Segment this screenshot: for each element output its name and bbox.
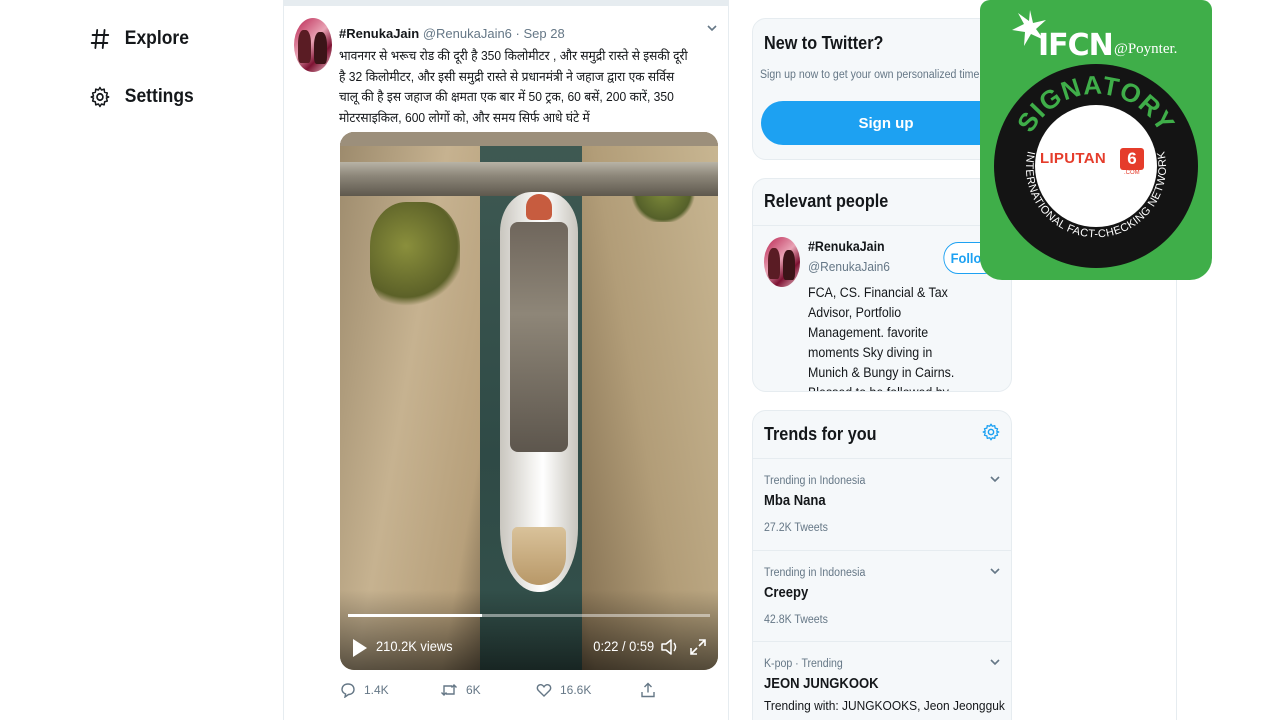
trend-item[interactable]: K-pop · Trending JEON JUNGKOOK Trending … <box>753 642 1011 720</box>
nav-settings-label: Settings <box>124 86 194 107</box>
tweet-date[interactable]: Sep 28 <box>524 26 565 41</box>
tweet-author-name[interactable]: #RenukaJain <box>339 26 419 41</box>
tweet-author-handle[interactable]: @RenukaJain6 <box>423 26 512 41</box>
person-bio: FCA, CS. Financial & Tax Advisor, Portfo… <box>808 285 955 391</box>
video-frame-road <box>340 132 718 146</box>
tweet[interactable]: #RenukaJain @RenukaJain6 · Sep 28 भावनगर… <box>283 6 729 720</box>
trends-card: Trends for you Trending in Indonesia Mba… <box>752 410 1012 720</box>
person-handle[interactable]: @RenukaJain6 <box>808 259 890 274</box>
trend-count: 42.8K Tweets <box>764 614 828 626</box>
video-frame-ship-deck <box>510 222 568 452</box>
signup-subtitle: Sign up now to get your own personalized… <box>760 69 999 81</box>
chevron-down-icon[interactable] <box>989 656 1001 668</box>
trend-count: Trending with: JUNGKOOKS, Jeon Jeongguk <box>764 698 1005 713</box>
trend-count: 27.2K Tweets <box>764 522 828 534</box>
tweet-actions: 1.4K 6K 16.6K <box>340 682 660 704</box>
trend-item[interactable]: Trending in Indonesia Creepy 42.8K Tweet… <box>753 551 1011 643</box>
reply-count: 1.4K <box>364 683 389 697</box>
signup-button[interactable]: Sign up <box>761 101 1011 145</box>
retweet-icon <box>441 684 457 696</box>
liputan6-logo: LIPUTAN 6 .COM <box>1040 148 1152 178</box>
page: Explore Settings #RenukaJain @RenukaJain… <box>0 0 1280 720</box>
trend-name: JEON JUNGKOOK <box>764 676 879 692</box>
liputan6-logo-com: .COM <box>1124 170 1140 176</box>
video-frame-bridge <box>340 162 718 196</box>
chevron-down-icon[interactable] <box>989 565 1001 577</box>
timeline-column: #RenukaJain @RenukaJain6 · Sep 28 भावनगर… <box>283 0 729 720</box>
video-views: 210.2K views <box>376 638 453 654</box>
person-name[interactable]: #RenukaJain <box>808 239 885 254</box>
like-button[interactable]: 16.6K <box>536 682 591 698</box>
trend-context: K-pop · Trending <box>764 658 843 670</box>
fullscreen-icon[interactable] <box>688 637 708 657</box>
trend-name: Creepy <box>764 585 809 601</box>
liputan6-logo-word: LIPUTAN <box>1040 150 1106 167</box>
video-controls-shade <box>340 590 718 670</box>
ifcn-signatory-badge: IFCN @Poynter. SIGNATORY INTERNATIONAL F… <box>980 0 1212 280</box>
nav-explore[interactable]: Explore <box>88 26 189 52</box>
ifcn-wordmark: IFCN <box>1038 28 1114 63</box>
tweet-video[interactable]: 210.2K views 0:22 / 0:59 <box>340 132 718 670</box>
relevant-people-title: Relevant people <box>764 191 889 211</box>
gear-icon <box>88 84 112 110</box>
video-progress-bar[interactable] <box>348 614 710 617</box>
trends-title: Trends for you <box>764 424 877 444</box>
video-time: 0:22 / 0:59 <box>593 638 654 654</box>
signup-title: New to Twitter? <box>764 33 884 53</box>
nav-explore-label: Explore <box>124 28 189 49</box>
hashtag-icon <box>88 26 112 52</box>
trend-name: Mba Nana <box>764 493 826 509</box>
reply-icon <box>341 683 355 698</box>
avatar[interactable] <box>764 237 800 287</box>
nav-settings[interactable]: Settings <box>88 84 194 110</box>
heart-icon <box>536 684 552 697</box>
like-count: 16.6K <box>560 683 592 697</box>
relevant-people-card: Relevant people #RenukaJain @RenukaJain6… <box>752 178 1012 392</box>
video-progress-fill <box>348 614 482 617</box>
trend-context: Trending in Indonesia <box>764 475 866 487</box>
settings-gear-icon[interactable] <box>982 423 1000 441</box>
retweet-button[interactable]: 6K <box>440 682 481 698</box>
share-button[interactable] <box>640 682 656 698</box>
trend-context: Trending in Indonesia <box>764 567 866 579</box>
tweet-text: भावनगर से भरूच रोड की दूरी है 350 किलोमी… <box>339 48 688 125</box>
video-frame-trees <box>370 202 460 312</box>
trend-item[interactable]: Trending in Indonesia Mba Nana 27.2K Twe… <box>753 459 1011 551</box>
poynter-wordmark: @Poynter. <box>1114 41 1178 57</box>
tweet-separator: · <box>515 26 520 41</box>
signup-card: New to Twitter? Sign up now to get your … <box>752 18 1012 160</box>
chevron-down-icon[interactable] <box>989 473 1001 485</box>
video-frame-ship-bow <box>512 527 566 585</box>
chevron-down-icon[interactable] <box>706 22 718 34</box>
tweet-header: #RenukaJain @RenukaJain6 · Sep 28 <box>339 26 565 41</box>
liputan6-logo-six: 6 <box>1120 148 1144 170</box>
avatar[interactable] <box>294 18 332 72</box>
play-icon[interactable] <box>352 638 368 658</box>
share-icon <box>641 682 655 698</box>
reply-button[interactable]: 1.4K <box>340 682 389 698</box>
divider <box>753 225 1011 226</box>
video-frame-ship-funnel <box>526 194 552 220</box>
retweet-count: 6K <box>466 683 481 697</box>
volume-icon[interactable] <box>660 637 680 657</box>
